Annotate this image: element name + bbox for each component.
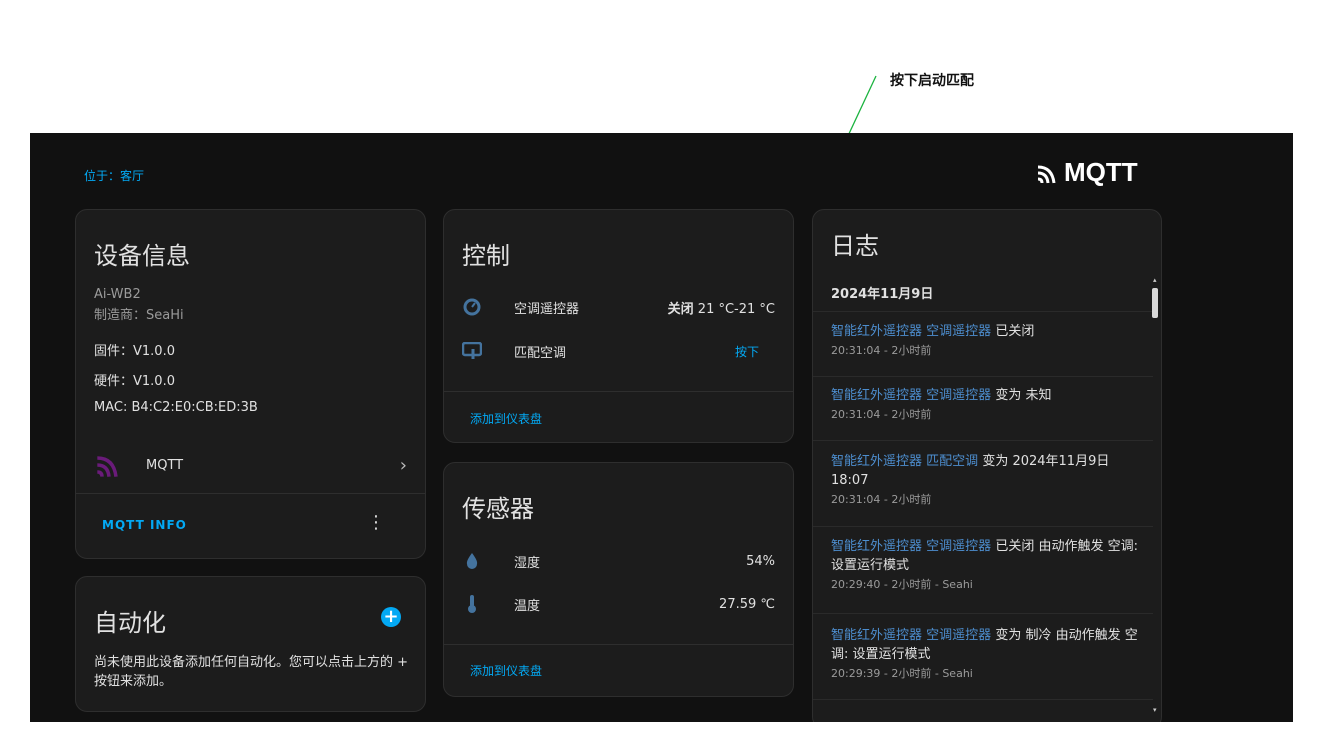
mqtt-logo-icon <box>1037 165 1056 183</box>
scroll-thumb[interactable] <box>1152 288 1158 318</box>
thermostat-icon <box>462 297 482 317</box>
control-add-to-dashboard[interactable]: 添加到仪表盘 <box>470 410 542 427</box>
sensor-row-value: 54% <box>746 553 775 569</box>
state-rest: 21 °C-21 °C <box>693 301 775 317</box>
device-info-title: 设备信息 <box>94 242 190 270</box>
control-row-ac-remote[interactable]: 空调遥控器 关闭 21 °C-21 °C <box>462 297 775 317</box>
sensors-title: 传感器 <box>462 495 534 523</box>
add-automation-button[interactable]: + <box>381 607 401 627</box>
log-separator <box>813 526 1153 527</box>
control-divider <box>444 391 793 392</box>
log-entity-link[interactable]: 空调遥控器 <box>926 628 991 643</box>
log-meta: 20:31:04 - 2小时前 <box>831 408 932 421</box>
scroll-up-arrow[interactable]: ▴ <box>1153 276 1157 284</box>
control-row-match-ac: 匹配空调 按下 <box>462 341 775 361</box>
scroll-down-arrow[interactable]: ▾ <box>1153 706 1157 714</box>
log-entity-link[interactable]: 空调遥控器 <box>926 324 991 339</box>
log-entry: 智能红外遥控器 空调遥控器 已关闭 由动作触发 空调: 设置运行模式 20:29… <box>831 537 1139 594</box>
log-entry: 智能红外遥控器 匹配空调 变为 2024年11月9日 18:07 20:31:0… <box>831 452 1139 509</box>
sensors-card: 传感器 湿度 54% 温度 27.59 ℃ 添加到仪表盘 <box>443 462 794 697</box>
mqtt-integration-label: MQTT <box>146 457 184 473</box>
more-vertical-icon[interactable]: ⋮ <box>367 514 385 532</box>
log-separator <box>813 376 1153 377</box>
mqtt-integration-icon <box>97 456 118 477</box>
log-entry: 智能红外遥控器 空调遥控器 变为 制冷 由动作触发 空调: 设置运行模式 20:… <box>831 626 1139 683</box>
chevron-right-icon: › <box>399 454 407 476</box>
control-title: 控制 <box>462 242 510 270</box>
log-scrollbar[interactable]: ▴ ▾ <box>1151 276 1159 714</box>
remote-touch-icon <box>462 341 482 361</box>
log-date: 2024年11月9日 <box>831 287 934 302</box>
log-title: 日志 <box>831 232 879 260</box>
device-mac: MAC: B4:C2:E0:CB:ED:3B <box>94 400 258 415</box>
log-separator <box>813 440 1153 441</box>
state-bold: 关闭 <box>667 301 694 317</box>
mqtt-integration-row[interactable]: MQTT › <box>94 450 407 480</box>
device-info-divider <box>76 493 425 494</box>
humidity-icon <box>462 551 482 571</box>
log-meta: 20:29:40 - 2小时前 - Seahi <box>831 578 973 591</box>
location-breadcrumb[interactable]: 位于：客厅 <box>84 167 144 184</box>
mqtt-info-button[interactable]: MQTT INFO <box>102 518 187 532</box>
log-separator <box>813 311 1153 312</box>
log-device-link[interactable]: 智能红外遥控器 <box>831 388 922 403</box>
log-device-link[interactable]: 智能红外遥控器 <box>831 628 922 643</box>
sensors-divider <box>444 644 793 645</box>
log-action: 变为 未知 <box>995 388 1052 403</box>
log-separator <box>813 699 1153 700</box>
device-info-card: 设备信息 Ai-WB2 制造商：SeaHi 固件：V1.0.0 硬件：V1.0.… <box>75 209 426 559</box>
sensor-row-humidity[interactable]: 湿度 54% <box>462 551 775 571</box>
log-entity-link[interactable]: 空调遥控器 <box>926 539 991 554</box>
control-row-name: 空调遥控器 <box>514 301 580 317</box>
log-entry: 智能红外遥控器 空调遥控器 已关闭 20:31:04 - 2小时前 <box>831 322 1139 360</box>
log-meta: 20:31:04 - 2小时前 <box>831 344 932 357</box>
log-device-link[interactable]: 智能红外遥控器 <box>831 454 922 469</box>
automation-card: 自动化 + 尚未使用此设备添加任何自动化。您可以点击上方的 + 按钮来添加。 <box>75 576 426 712</box>
device-hardware: 硬件：V1.0.0 <box>94 374 175 389</box>
mqtt-logo-text: MQTT <box>1064 157 1138 187</box>
log-entity-link[interactable]: 匹配空调 <box>926 454 978 469</box>
control-card: 控制 空调遥控器 关闭 21 °C-21 °C 匹配空调 按下 添加到仪表盘 <box>443 209 794 443</box>
device-page: 位于：客厅 MQTT 设备信息 Ai-WB2 制造商：SeaHi 固件：V1.0… <box>30 133 1293 722</box>
thermometer-icon <box>462 594 482 614</box>
log-device-link[interactable]: 智能红外遥控器 <box>831 539 922 554</box>
log-device-link[interactable]: 智能红外遥控器 <box>831 324 922 339</box>
control-row-state: 关闭 21 °C-21 °C <box>668 298 775 317</box>
device-firmware: 固件：V1.0.0 <box>94 344 175 359</box>
press-button[interactable]: 按下 <box>735 343 759 360</box>
automation-title: 自动化 <box>94 609 166 637</box>
log-entity-link[interactable]: 空调遥控器 <box>926 388 991 403</box>
automation-description: 尚未使用此设备添加任何自动化。您可以点击上方的 + 按钮来添加。 <box>94 655 409 689</box>
log-separator <box>813 613 1153 614</box>
log-entry: 智能红外遥控器 空调遥控器 变为 未知 20:31:04 - 2小时前 <box>831 386 1139 424</box>
device-manufacturer: 制造商：SeaHi <box>94 308 184 323</box>
sensors-add-to-dashboard[interactable]: 添加到仪表盘 <box>470 662 542 679</box>
log-action: 已关闭 <box>995 324 1035 339</box>
mqtt-logo: MQTT <box>1036 157 1138 188</box>
log-meta: 20:29:39 - 2小时前 - Seahi <box>831 667 973 680</box>
log-card: 日志 2024年11月9日 智能红外遥控器 空调遥控器 已关闭 20:31:04… <box>812 209 1162 722</box>
control-row-name: 匹配空调 <box>514 345 567 361</box>
sensor-row-name: 湿度 <box>514 555 541 571</box>
sensor-row-name: 温度 <box>514 598 541 614</box>
log-meta: 20:31:04 - 2小时前 <box>831 493 932 506</box>
sensor-row-value: 27.59 ℃ <box>719 596 775 612</box>
sensor-row-temperature[interactable]: 温度 27.59 ℃ <box>462 594 775 614</box>
device-model: Ai-WB2 <box>94 287 141 302</box>
